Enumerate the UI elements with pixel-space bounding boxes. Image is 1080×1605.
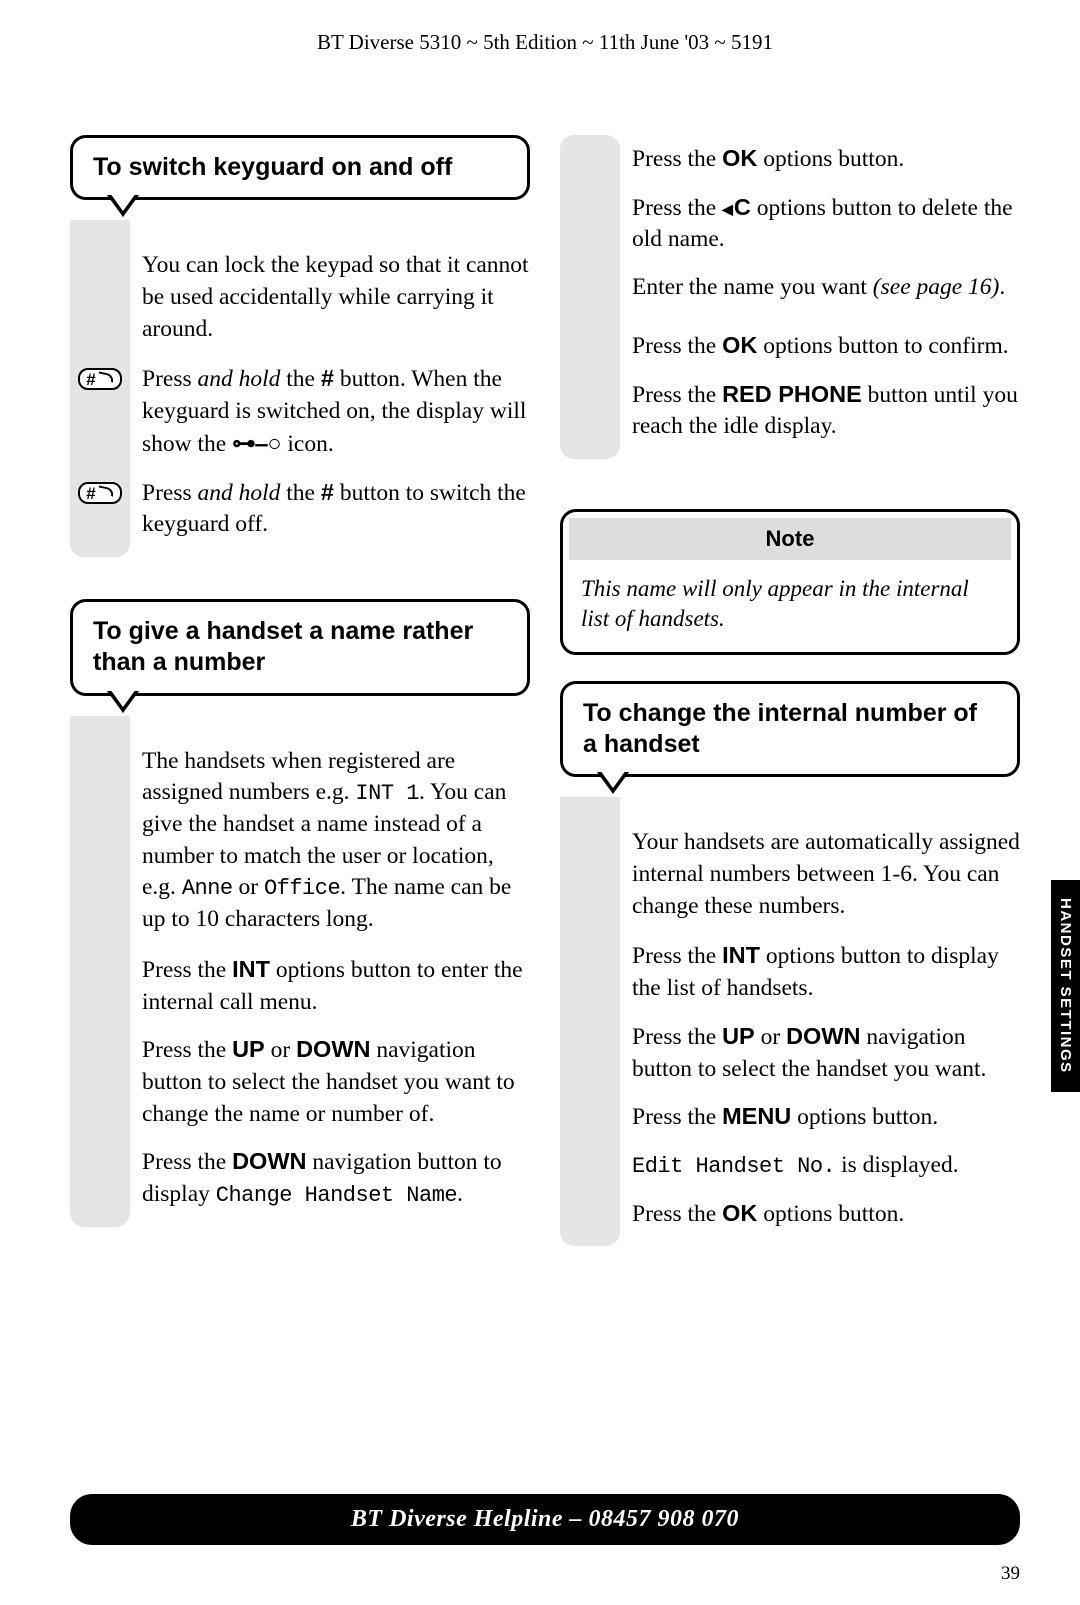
left-column: To switch keyguard on and off You can lo… [70, 135, 530, 1288]
page-number: 39 [1001, 1563, 1020, 1585]
name-step-ok1: OK Press the OK options button. [560, 143, 1020, 176]
internal-step-display: Edit Handset No. is displayed. [560, 1150, 1020, 1182]
grey-bar [70, 716, 130, 1227]
name-intro: The handsets when registered are assigne… [142, 746, 530, 936]
section-name-cont: OK Press the OK options button. C Press … [560, 135, 1020, 459]
internal-step-ok: OK Press the OK options button. [560, 1198, 1020, 1231]
name-step-delete: C Press the C options button to delete t… [560, 192, 1020, 256]
internal-intro: Your handsets are automatically assigned… [632, 827, 1020, 922]
keyguard-step-off: # Press and hold the # button to switch … [70, 477, 530, 541]
section-title-keyguard: To switch keyguard on and off [70, 135, 530, 200]
footer-helpline: BT Diverse Helpline – 08457 908 070 [70, 1494, 1020, 1545]
content-columns: To switch keyguard on and off You can lo… [70, 135, 1020, 1288]
internal-step-updown: Press the UP or DOWN navigation button t… [560, 1021, 1020, 1085]
section-name: The handsets when registered are assigne… [70, 716, 530, 1227]
section-title-name: To give a handset a name rather than a n… [70, 599, 530, 696]
grey-bar [560, 135, 620, 459]
keyguard-intro: You can lock the keypad so that it canno… [142, 250, 530, 345]
lock-icon: ⊶⎯○ [232, 430, 281, 456]
name-step-int: INT Press the INT options button to ente… [70, 954, 530, 1018]
note-box: Note This name will only appear in the i… [560, 509, 1020, 655]
hash-icon: # [321, 365, 334, 391]
note-title: Note [569, 518, 1011, 560]
internal-step-menu: MENU Press the MENU options button. [560, 1101, 1020, 1134]
note-body: This name will only appear in the intern… [563, 560, 1017, 652]
section-title-internal: To change the internal number of a hands… [560, 681, 1020, 778]
right-column: OK Press the OK options button. C Press … [560, 135, 1020, 1288]
section-internal: Your handsets are automatically assigned… [560, 797, 1020, 1246]
name-step-ok2: OK Press the OK options button to confir… [560, 330, 1020, 363]
name-step-updown: Press the UP or DOWN navigation button t… [70, 1034, 530, 1130]
name-step-redphone: ☎① Press the RED PHONE button until you … [560, 379, 1020, 443]
name-step-down: Press the DOWN navigation button to disp… [70, 1146, 530, 1210]
hash-icon: # [321, 479, 334, 505]
name-step-enter: Enter the name you want (see page 16). [560, 272, 1020, 314]
keyguard-step-on: # Press and hold the # button. When the … [70, 363, 530, 460]
side-tab: HANDSET SETTINGS [1051, 880, 1080, 1092]
grey-bar [560, 797, 620, 1246]
page-header: BT Diverse 5310 ~ 5th Edition ~ 11th Jun… [70, 30, 1020, 55]
section-keyguard: You can lock the keypad so that it canno… [70, 220, 530, 557]
internal-step-int: INT Press the INT options button to disp… [560, 940, 1020, 1004]
